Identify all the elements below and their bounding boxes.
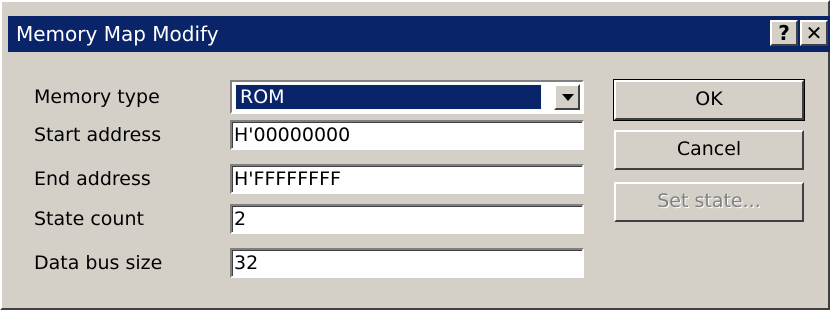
close-button[interactable]: ✕	[800, 20, 828, 46]
title-bar: Memory Map Modify ? ✕	[8, 16, 830, 52]
memory-type-value: ROM	[235, 84, 542, 110]
chevron-down-icon[interactable]	[554, 84, 580, 110]
cancel-button[interactable]: Cancel	[614, 130, 804, 170]
data-bus-size-label: Data bus size	[34, 252, 163, 274]
memory-type-label: Memory type	[34, 86, 160, 108]
dialog-title: Memory Map Modify	[16, 22, 219, 46]
set-state-button[interactable]: Set state...	[614, 182, 804, 222]
start-address-field[interactable]: H'00000000	[230, 120, 584, 150]
memory-type-select[interactable]: ROM	[230, 80, 584, 114]
help-button[interactable]: ?	[770, 20, 798, 46]
memory-map-modify-dialog: Memory Map Modify ? ✕ Memory type ROM St…	[0, 0, 830, 310]
start-address-label: Start address	[34, 124, 162, 146]
ok-button[interactable]: OK	[613, 79, 805, 121]
end-address-field[interactable]: H'FFFFFFFF	[230, 164, 584, 194]
state-count-field[interactable]: 2	[230, 204, 584, 234]
end-address-label: End address	[34, 168, 151, 190]
state-count-label: State count	[34, 208, 144, 230]
data-bus-size-field[interactable]: 32	[230, 248, 584, 278]
